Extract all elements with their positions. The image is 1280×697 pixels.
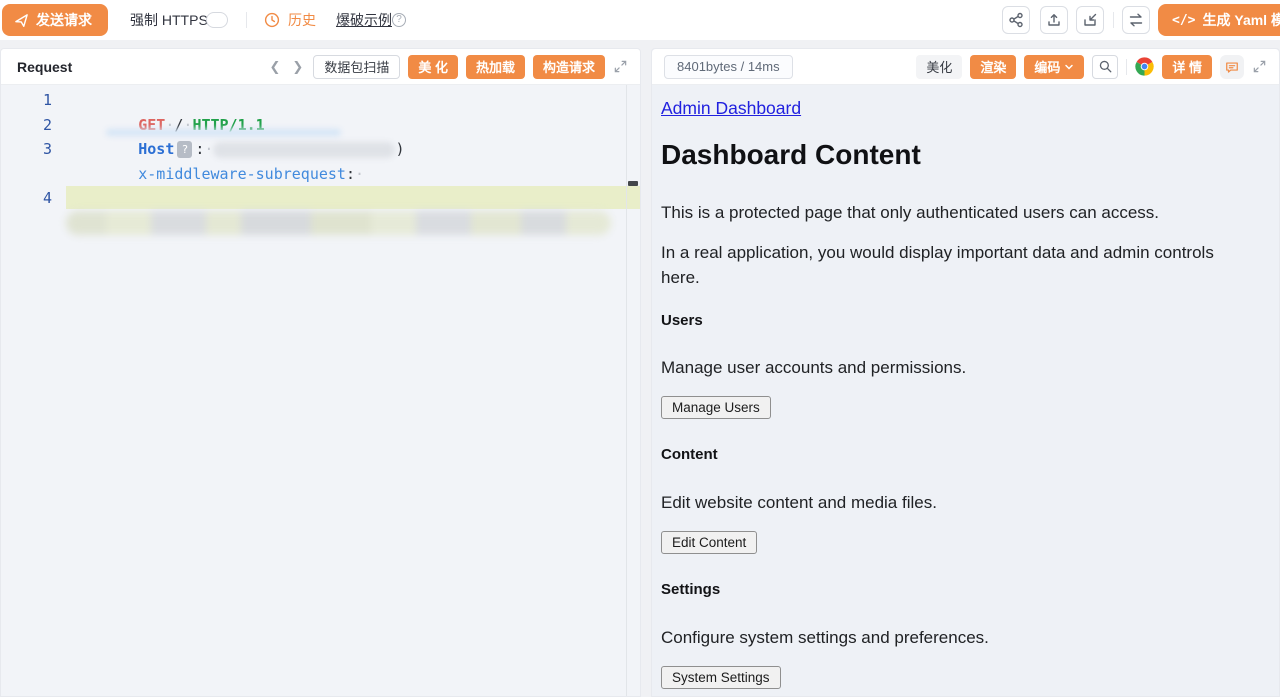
toolbar-divider [1113,12,1114,28]
code-line-4: 4 [1,186,640,209]
force-https-toggle[interactable] [206,12,228,28]
export-icon [1046,12,1062,28]
send-request-button[interactable]: 发送请求 [2,4,108,36]
response-stats-badge: 8401bytes / 14ms [664,55,793,79]
beautify-response-button[interactable]: 美化 [916,55,962,79]
line-number: 2 [1,113,66,138]
import-button[interactable] [1076,6,1104,34]
share-button[interactable] [1002,6,1030,34]
generate-yaml-button[interactable]: </> 生成 Yaml 模板 [1158,4,1280,36]
swap-arrows-icon [1128,12,1144,28]
line-number-empty [1,162,66,187]
section-description: Configure system settings and preference… [661,625,989,650]
export-button[interactable] [1040,6,1068,34]
fullscreen-icon[interactable] [613,59,628,74]
system-settings-button[interactable]: System Settings [661,666,781,689]
code-icon: </> [1172,13,1195,28]
redacted-subrequest-value [66,211,611,235]
current-line-highlight [66,186,640,209]
share-icon [1008,12,1024,28]
header-divider [1126,59,1127,75]
generate-yaml-label: 生成 Yaml 模板 [1202,10,1280,30]
search-button[interactable] [1092,55,1118,79]
fullscreen-icon[interactable] [1252,59,1267,74]
beautify-request-button[interactable]: 美 化 [408,55,458,79]
page-heading: Dashboard Content [661,139,921,171]
force-https-label: 强制 HTTPS [130,0,208,40]
blast-example-link[interactable]: 爆破示例 [336,0,392,40]
search-icon [1098,59,1113,74]
import-icon [1082,12,1098,28]
redaction-artifact [106,129,341,136]
scrollbar-thumb[interactable] [628,181,638,186]
chevron-down-icon [1064,62,1074,72]
construct-request-button[interactable]: 构造请求 [533,55,605,79]
toolbar-divider [246,12,247,28]
request-panel-header: Request ❮ ❯ 数据包扫描 美 化 热加载 构造请求 [1,49,640,85]
clock-icon [264,12,280,28]
section-title-users: Users [661,312,703,329]
history-back-chevron[interactable]: ❮ [268,59,283,75]
request-title: Request [17,59,72,75]
encode-dropdown-button[interactable]: 编码 [1024,55,1084,79]
response-panel: 8401bytes / 14ms 美化 渲染 编码 [651,48,1280,697]
manage-users-button[interactable]: Manage Users [661,396,771,419]
code-line-1: 1 GET·/·HTTP/1.1 [1,88,640,113]
paper-plane-icon [14,13,29,28]
section-description: Manage user accounts and permissions. [661,355,966,380]
section-description: Edit website content and media files. [661,490,937,515]
render-button[interactable]: 渲染 [970,55,1016,79]
hot-reload-button[interactable]: 热加载 [466,55,525,79]
intro-paragraph: In a real application, you would display… [661,240,1236,290]
line-number: 3 [1,137,66,162]
redacted-host-value [213,142,395,158]
history-forward-chevron[interactable]: ❯ [290,59,305,75]
section-title-settings: Settings [661,581,720,598]
comment-button[interactable] [1220,55,1244,79]
line-number: 1 [1,88,66,113]
rendered-response-page: Admin Dashboard Dashboard Content This i… [652,85,1279,696]
encode-label: 编码 [1034,57,1060,76]
request-panel: Request ❮ ❯ 数据包扫描 美 化 热加载 构造请求 1 GET·/·H… [0,48,641,697]
intro-paragraph: This is a protected page that only authe… [661,200,1159,225]
code-line-3-wrap [1,162,640,187]
response-panel-header: 8401bytes / 14ms 美化 渲染 编码 [652,49,1279,85]
details-button[interactable]: 详 情 [1162,55,1212,79]
packet-scan-button[interactable]: 数据包扫描 [313,55,400,79]
editor-scrollbar[interactable] [626,85,640,696]
request-editor[interactable]: 1 GET·/·HTTP/1.1 2 Host?:·) 3 x-middlewa… [1,85,640,696]
admin-dashboard-link[interactable]: Admin Dashboard [661,98,801,119]
question-circle-icon: ? [392,13,406,27]
top-toolbar: 发送请求 强制 HTTPS 历史 爆破示例 ? </> 生成 Yaml 模板 [0,0,1280,40]
app-window: { "colors": { "accent_orange": "#f18b45"… [0,0,1280,697]
history-button[interactable]: 历史 [288,0,316,40]
chrome-icon[interactable] [1135,57,1154,76]
comment-bubble-icon [1225,60,1239,74]
line-number: 4 [1,186,66,209]
swap-button[interactable] [1122,6,1150,34]
send-request-label: 发送请求 [36,10,92,30]
edit-content-button[interactable]: Edit Content [661,531,757,554]
section-title-content: Content [661,446,718,463]
